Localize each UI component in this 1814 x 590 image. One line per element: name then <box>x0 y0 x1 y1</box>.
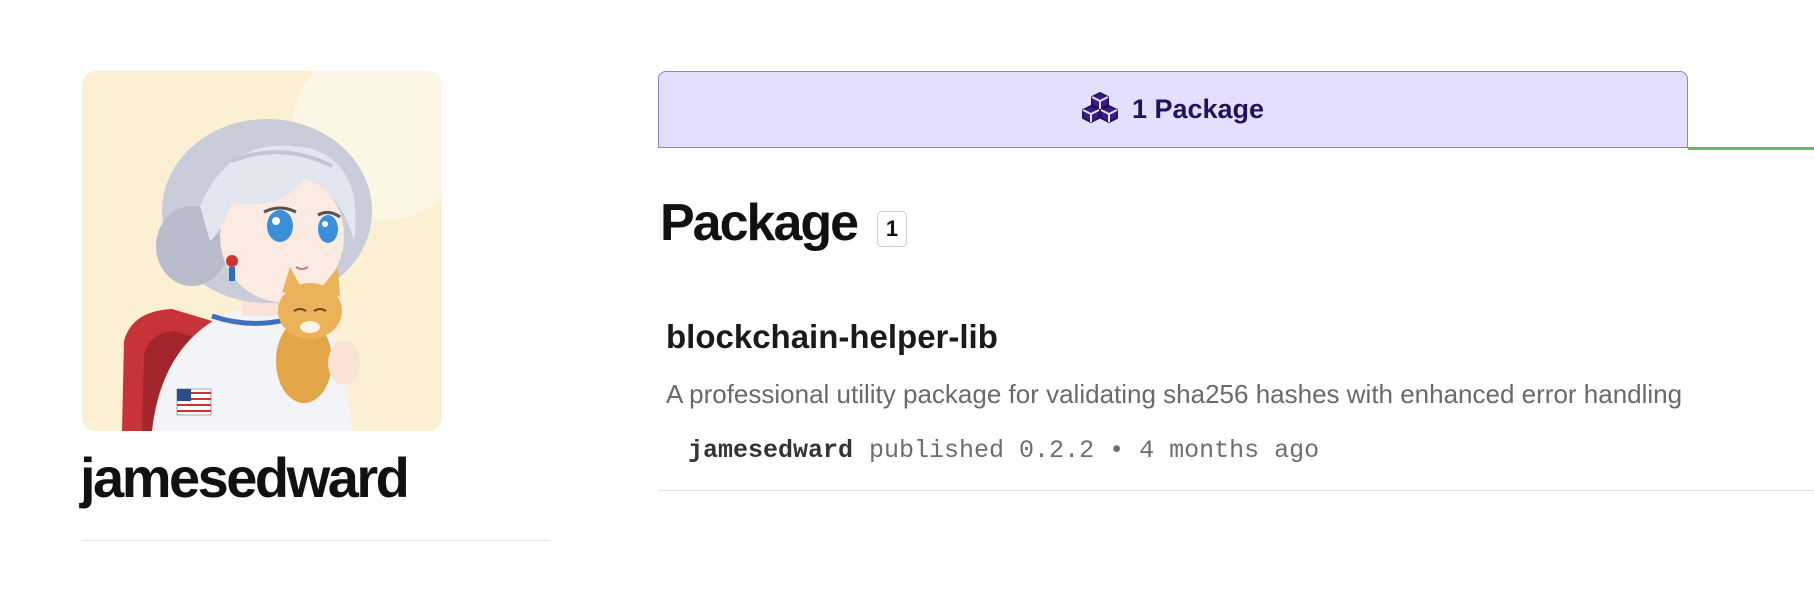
packages-cubes-icon <box>1081 91 1118 128</box>
profile-username: jamesedward <box>80 446 410 509</box>
user-avatar <box>82 71 442 431</box>
publisher-link[interactable]: jamesedward <box>688 436 853 465</box>
section-header: Package 1 <box>660 190 908 256</box>
package-description: A professional utility package for valid… <box>666 379 1683 409</box>
package-meta: jamesedward published 0.2.2 • 4 months ag… <box>688 436 1319 465</box>
package-list-item: blockchain-helper-lib A professional uti… <box>658 300 1814 491</box>
avatar-illustration <box>82 71 442 431</box>
profile-divider <box>82 540 550 541</box>
tab-packages[interactable]: 1 Package <box>658 71 1688 148</box>
tab-accent-line <box>1688 147 1814 150</box>
publish-info: published 0.2.2 • 4 months ago <box>869 436 1320 465</box>
package-name-link[interactable]: blockchain-helper-lib <box>666 318 998 356</box>
section-title: Package <box>660 194 859 252</box>
count-badge: 1 <box>877 211 908 247</box>
tab-label: 1 Package <box>1131 94 1265 124</box>
